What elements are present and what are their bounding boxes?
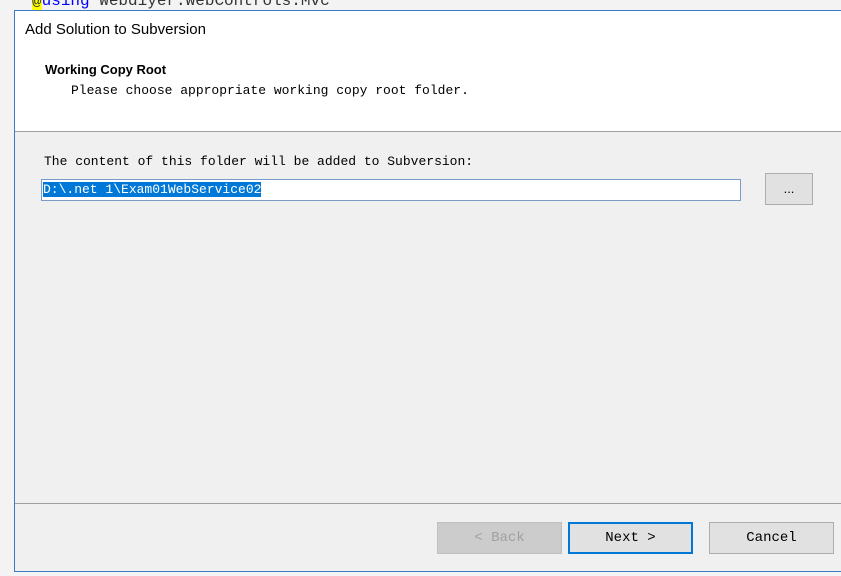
background-editor-code: @using Webdiyer.WebControls.Mvc <box>32 0 330 10</box>
keyword: using <box>41 0 90 10</box>
at-sign: @ <box>32 0 42 10</box>
folder-path-input[interactable]: D:\.net 1\Exam01WebService02 <box>41 179 741 201</box>
dialog-title: Add Solution to Subversion <box>15 11 841 51</box>
code-text: Webdiyer.WebControls.Mvc <box>89 0 330 10</box>
folder-label: The content of this folder will be added… <box>44 154 474 169</box>
folder-path-selected-text: D:\.net 1\Exam01WebService02 <box>43 182 262 197</box>
add-solution-dialog: Add Solution to Subversion Working Copy … <box>14 10 841 572</box>
footer-divider <box>15 503 841 504</box>
cancel-button[interactable]: Cancel <box>709 522 834 554</box>
back-button[interactable]: < Back <box>437 522 562 554</box>
page-subtitle: Please choose appropriate working copy r… <box>71 83 469 98</box>
wizard-header: Working Copy Root Please choose appropri… <box>15 51 841 132</box>
page-title: Working Copy Root <box>45 62 167 77</box>
browse-button[interactable]: ... <box>765 173 813 205</box>
next-button[interactable]: Next > <box>568 522 693 554</box>
